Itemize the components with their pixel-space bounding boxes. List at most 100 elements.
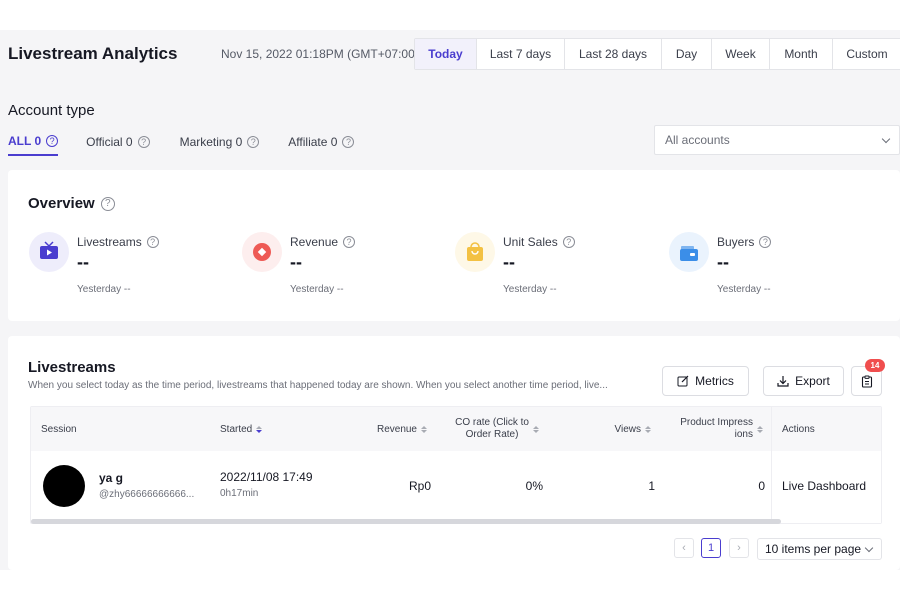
overview-title-text: Overview bbox=[28, 195, 95, 212]
overview-card: Overview ? Livestreams ? -- Yesterday -- bbox=[8, 170, 900, 321]
account-tab-marketing[interactable]: Marketing 0 ? bbox=[180, 134, 260, 156]
metric-value: -- bbox=[77, 252, 89, 272]
table-header: Session Started Revenue CO rate (Click t… bbox=[31, 407, 881, 451]
metric-livestreams: Livestreams ? -- Yesterday -- bbox=[29, 232, 229, 302]
revenue-icon bbox=[242, 232, 282, 272]
column-started[interactable]: Started bbox=[220, 407, 263, 451]
help-icon[interactable]: ? bbox=[759, 236, 772, 248]
help-icon[interactable]: ? bbox=[562, 236, 575, 248]
range-tab-week[interactable]: Week bbox=[712, 39, 770, 69]
wallet-icon bbox=[669, 232, 709, 272]
accounts-select[interactable]: All accounts bbox=[654, 125, 900, 155]
help-icon[interactable]: ? bbox=[46, 135, 59, 147]
tv-icon bbox=[29, 232, 69, 272]
help-icon[interactable]: ? bbox=[343, 236, 356, 248]
horizontal-scrollbar[interactable] bbox=[31, 519, 781, 524]
help-icon[interactable]: ? bbox=[342, 136, 355, 148]
range-tab-custom[interactable]: Custom bbox=[833, 39, 900, 69]
range-tab-day[interactable]: Day bbox=[662, 39, 712, 69]
overview-title: Overview ? bbox=[28, 195, 115, 212]
column-session: Session bbox=[41, 423, 77, 435]
page-title: Livestream Analytics bbox=[8, 44, 178, 63]
metrics-button-label: Metrics bbox=[695, 374, 734, 388]
download-icon bbox=[777, 376, 789, 387]
avatar[interactable] bbox=[43, 465, 85, 507]
metric-value: -- bbox=[503, 252, 515, 272]
sort-icon[interactable] bbox=[757, 425, 763, 433]
livestreams-title: Livestreams bbox=[28, 359, 116, 376]
metric-unit-sales: Unit Sales ? -- Yesterday -- bbox=[455, 232, 655, 302]
column-actions: Actions bbox=[772, 407, 881, 451]
metric-buyers: Buyers ? -- Yesterday -- bbox=[669, 232, 869, 302]
range-tab-today[interactable]: Today bbox=[415, 39, 477, 69]
column-revenue[interactable]: Revenue bbox=[361, 407, 427, 451]
metric-value: -- bbox=[717, 252, 729, 272]
export-button-label: Export bbox=[795, 374, 830, 388]
range-tab-month[interactable]: Month bbox=[770, 39, 833, 69]
column-product-impressions[interactable]: Product Impress ions bbox=[666, 407, 763, 451]
page-1-button[interactable]: 1 bbox=[701, 538, 721, 558]
account-type-tabs: ALL 0 ? Official 0 ? Marketing 0 ? Affil… bbox=[8, 134, 355, 156]
account-tab-all[interactable]: ALL 0 ? bbox=[8, 134, 59, 156]
column-impressions-line: ions bbox=[734, 429, 753, 440]
notification-badge: 14 bbox=[865, 359, 885, 372]
metric-label-text: Revenue bbox=[290, 235, 339, 249]
column-started-label: Started bbox=[220, 423, 253, 435]
metric-label: Buyers ? bbox=[717, 235, 772, 249]
metric-yesterday: Yesterday -- bbox=[717, 284, 771, 295]
views-value: 1 bbox=[648, 479, 655, 493]
co-rate-value: 0% bbox=[525, 479, 543, 493]
help-icon[interactable]: ? bbox=[137, 136, 150, 148]
column-impressions-line: Product Impress bbox=[680, 417, 753, 428]
table-row: ya g @zhy66666666666... 2022/11/08 17:49… bbox=[31, 451, 771, 521]
range-tab-last-28-days[interactable]: Last 28 days bbox=[565, 39, 662, 69]
impressions-value: 0 bbox=[758, 479, 765, 493]
account-tab-official[interactable]: Official 0 ? bbox=[86, 134, 150, 156]
chevron-down-icon bbox=[881, 134, 891, 144]
column-views-label: Views bbox=[614, 423, 642, 435]
account-tab-label: ALL 0 bbox=[8, 134, 42, 148]
session-handle: @zhy66666666666... bbox=[99, 489, 195, 500]
shopping-bag-icon bbox=[455, 232, 495, 272]
column-co-rate-line: Order Rate) bbox=[465, 429, 519, 440]
metric-value: -- bbox=[290, 252, 302, 272]
edit-icon bbox=[677, 375, 689, 387]
sort-icon[interactable] bbox=[421, 425, 427, 433]
prev-page-button[interactable]: ‹ bbox=[674, 538, 694, 558]
metric-label: Livestreams ? bbox=[77, 235, 159, 249]
range-tab-last-7-days[interactable]: Last 7 days bbox=[477, 39, 565, 69]
column-impressions-label: Product Impress ions bbox=[680, 417, 753, 441]
metric-label-text: Unit Sales bbox=[503, 235, 558, 249]
account-tab-affiliate[interactable]: Affiliate 0 ? bbox=[288, 134, 355, 156]
sort-icon[interactable] bbox=[533, 425, 539, 433]
next-page-button[interactable]: › bbox=[729, 538, 749, 558]
column-views[interactable]: Views bbox=[591, 407, 651, 451]
account-tab-label: Official 0 bbox=[86, 135, 133, 149]
column-co-rate-line: CO rate (Click to bbox=[455, 417, 529, 428]
session-name[interactable]: ya g bbox=[99, 471, 123, 485]
sort-icon[interactable] bbox=[645, 425, 651, 433]
help-icon[interactable]: ? bbox=[100, 196, 115, 211]
metric-label-text: Livestreams bbox=[77, 235, 142, 249]
started-time: 2022/11/08 17:49 bbox=[220, 470, 313, 484]
help-icon[interactable]: ? bbox=[146, 236, 159, 248]
clipboard-icon bbox=[861, 375, 872, 388]
metric-yesterday: Yesterday -- bbox=[503, 284, 557, 295]
live-dashboard-link[interactable]: Live Dashboard bbox=[782, 479, 866, 493]
sort-icon[interactable] bbox=[256, 425, 263, 433]
livestreams-table: Session Started Revenue CO rate (Click t… bbox=[30, 406, 882, 524]
help-icon[interactable]: ? bbox=[247, 136, 260, 148]
items-per-page-select[interactable]: 10 items per page bbox=[757, 538, 882, 560]
account-tab-label: Marketing 0 bbox=[179, 135, 243, 149]
metrics-button[interactable]: Metrics bbox=[662, 366, 749, 396]
metric-label: Revenue ? bbox=[290, 235, 356, 249]
column-co-rate[interactable]: CO rate (Click to Order Rate) bbox=[441, 407, 539, 451]
column-co-rate-label: CO rate (Click to Order Rate) bbox=[455, 417, 529, 441]
items-per-page-value: 10 items per page bbox=[765, 542, 862, 556]
metric-label-text: Buyers bbox=[717, 235, 755, 249]
export-button[interactable]: Export bbox=[763, 366, 844, 396]
revenue-value: Rp0 bbox=[408, 479, 431, 493]
time-range-tabs: Today Last 7 days Last 28 days Day Week … bbox=[414, 38, 900, 70]
metric-yesterday: Yesterday -- bbox=[290, 284, 344, 295]
session-duration: 0h17min bbox=[220, 488, 259, 499]
